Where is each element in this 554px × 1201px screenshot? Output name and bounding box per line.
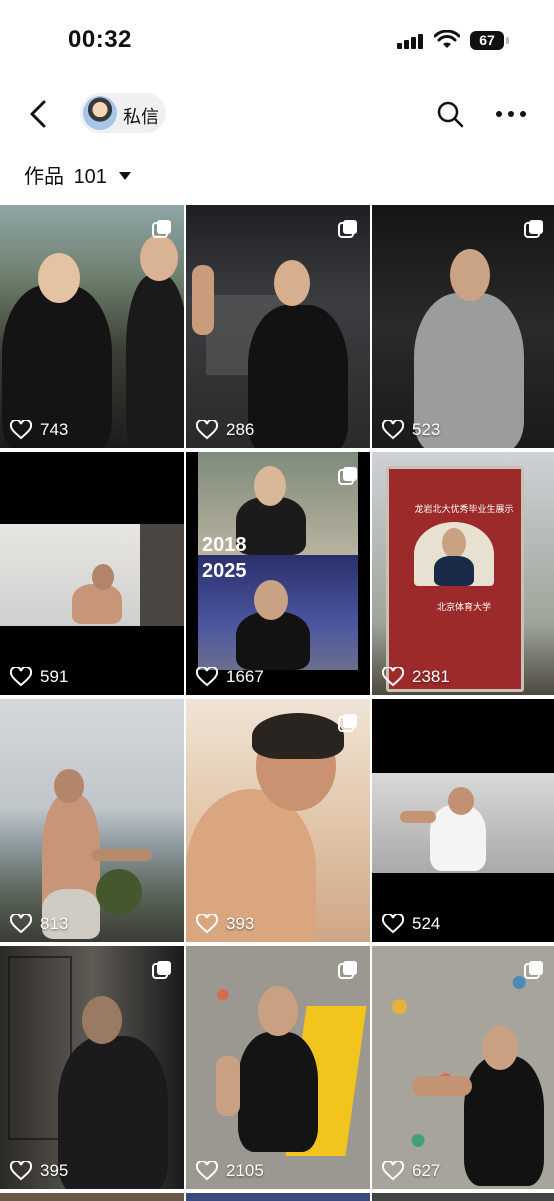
like-count-value: 1667 — [226, 667, 264, 686]
like-count-value: 627 — [412, 1161, 441, 1180]
works-filter[interactable]: 作品 101 — [24, 160, 131, 189]
grid-tile[interactable]: 743 — [0, 205, 184, 448]
works-label: 作品 — [24, 166, 64, 188]
like-count: 1667 — [196, 667, 264, 687]
caret-down-icon — [118, 171, 131, 180]
sign-school: 北京体育大学 — [436, 602, 491, 612]
like-count-value: 2381 — [412, 667, 450, 686]
like-count-value: 524 — [412, 914, 441, 933]
like-count: 743 — [10, 420, 68, 440]
sign-title: 龙岩北大优秀毕业生展示 — [414, 504, 514, 514]
grid-tile[interactable]: 龙岩北大优秀毕业生展示 北京体育大学 2381 — [372, 452, 554, 695]
like-count-value: 286 — [226, 420, 255, 439]
multi-photo-icon — [152, 220, 171, 238]
like-count: 2105 — [196, 1161, 264, 1181]
grid-tile[interactable]: 523 — [372, 205, 554, 448]
back-arrow-icon[interactable] — [24, 96, 54, 132]
like-count: 813 — [10, 914, 68, 934]
search-icon[interactable] — [436, 100, 464, 128]
status-bar: 00:32 67 — [0, 0, 554, 80]
like-count: 395 — [10, 1161, 68, 1181]
more-options-icon[interactable] — [494, 102, 528, 126]
grid-tile[interactable]: 2105 — [186, 946, 370, 1189]
wifi-icon — [434, 30, 460, 48]
like-count-value: 813 — [40, 914, 69, 933]
grid-tile[interactable]: 813 — [0, 699, 184, 942]
works-grid: 743 286 523 591 2018 2025 1667 龙岩北大优秀毕业生… — [0, 205, 554, 1201]
cellular-signal-icon — [397, 33, 425, 49]
like-count: 591 — [10, 667, 68, 687]
status-time: 00:32 — [68, 26, 132, 53]
works-count: 101 — [73, 166, 107, 188]
like-count-value: 591 — [40, 667, 69, 686]
grid-tile[interactable]: 393 — [186, 699, 370, 942]
heart-icon — [382, 420, 404, 440]
grid-tile[interactable]: 286 — [186, 205, 370, 448]
heart-icon — [10, 420, 32, 440]
grid-tile[interactable]: 2018 2025 1667 — [186, 452, 370, 695]
like-count: 2381 — [382, 667, 450, 687]
heart-icon — [382, 667, 404, 687]
like-count-value: 2105 — [226, 1161, 264, 1180]
year-label-top: 2018 — [202, 534, 247, 556]
multi-photo-icon — [338, 714, 357, 732]
like-count-value: 743 — [40, 420, 69, 439]
heart-icon — [10, 1161, 32, 1181]
like-count-value: 523 — [412, 420, 441, 439]
message-chip[interactable]: 私信 — [80, 93, 166, 133]
like-count: 524 — [382, 914, 440, 934]
grid-tile[interactable]: 627 — [372, 946, 554, 1189]
like-count-value: 393 — [226, 914, 255, 933]
top-nav: 私信 — [0, 88, 554, 140]
heart-icon — [10, 914, 32, 934]
heart-icon — [10, 667, 32, 687]
multi-photo-icon — [338, 220, 357, 238]
heart-icon — [382, 1161, 404, 1181]
grid-tile[interactable]: 591 — [0, 452, 184, 695]
heart-icon — [382, 914, 404, 934]
like-count: 523 — [382, 420, 440, 440]
year-label-bottom: 2025 — [202, 560, 247, 582]
like-count: 627 — [382, 1161, 440, 1181]
like-count: 286 — [196, 420, 254, 440]
multi-photo-icon — [338, 961, 357, 979]
heart-icon — [196, 667, 218, 687]
like-count: 393 — [196, 914, 254, 934]
heart-icon — [196, 1161, 218, 1181]
grid-tile[interactable]: 524 — [372, 699, 554, 942]
avatar — [83, 96, 117, 130]
multi-photo-icon — [152, 961, 171, 979]
battery-indicator: 67 — [470, 31, 509, 50]
like-count-value: 395 — [40, 1161, 69, 1180]
multi-photo-icon — [338, 467, 357, 485]
heart-icon — [196, 914, 218, 934]
multi-photo-icon — [524, 220, 543, 238]
heart-icon — [196, 420, 218, 440]
multi-photo-icon — [524, 961, 543, 979]
message-label: 私信 — [123, 107, 159, 127]
grid-tile[interactable]: 395 — [0, 946, 184, 1189]
